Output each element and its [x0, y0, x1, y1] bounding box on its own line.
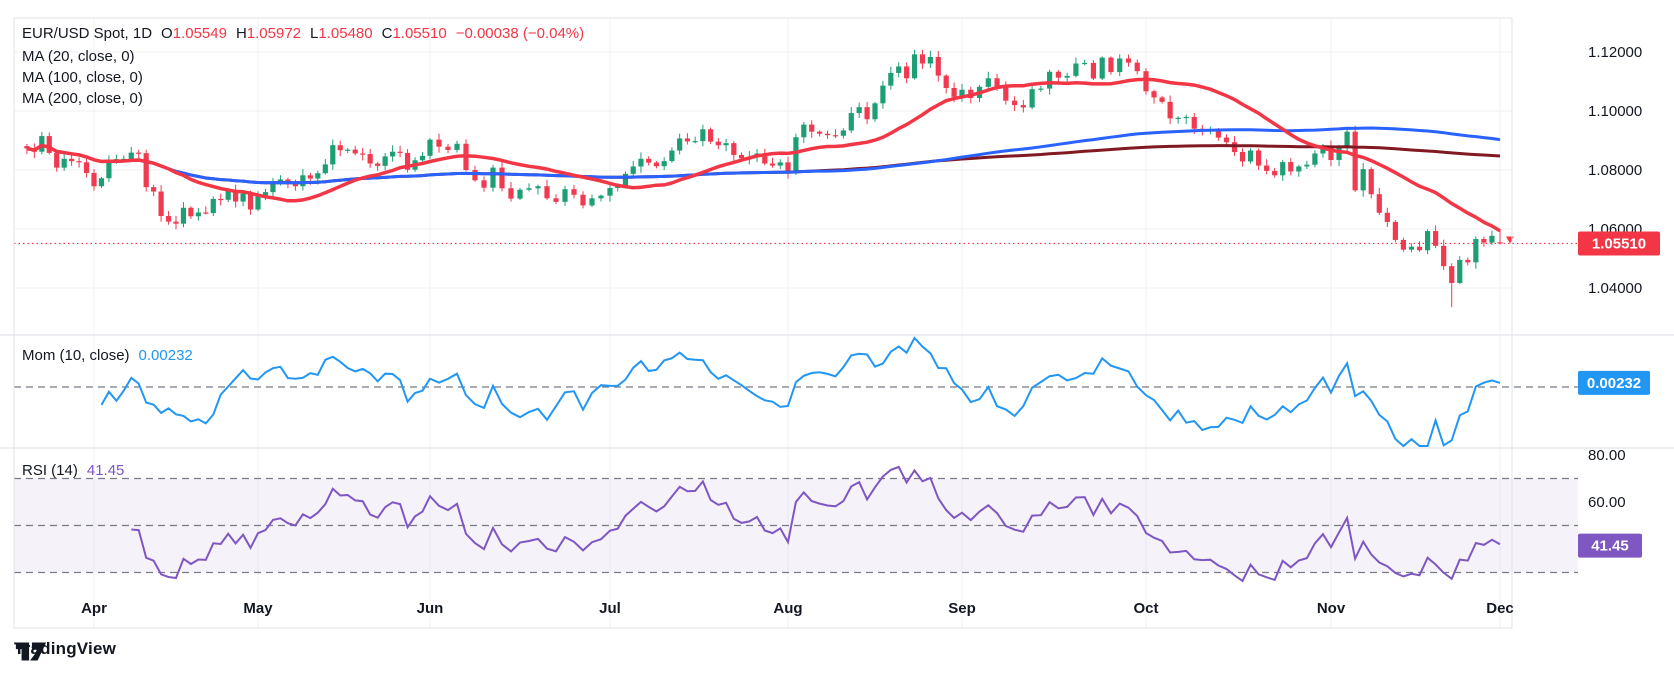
price-label-pill: 1.05510 — [1578, 231, 1660, 256]
last-price-marker — [1506, 236, 1514, 244]
month-label: Jul — [599, 600, 621, 617]
rsi-label: RSI (14) — [22, 462, 78, 479]
ma200-legend[interactable]: MA (200, close, 0) — [22, 88, 143, 109]
rsi-legend[interactable]: RSI (14) 41.45 — [22, 460, 124, 481]
rsi-label-pill: 41.45 — [1578, 533, 1642, 558]
month-label: Aug — [773, 600, 802, 617]
price-axis[interactable]: 1.120001.100001.080001.060001.0400080.00… — [1588, 44, 1642, 511]
momentum-legend[interactable]: Mom (10, close) 0.00232 — [22, 345, 193, 366]
momentum-label-pill: 0.00232 — [1578, 370, 1650, 395]
ma100-legend[interactable]: MA (100, close, 0) — [22, 67, 143, 88]
svg-text:41.45: 41.45 — [1591, 538, 1629, 555]
month-label: Sep — [948, 600, 976, 617]
symbol-title[interactable]: EUR/USD Spot, 1D — [22, 23, 152, 44]
change-value: −0.00038 (−0.04%) — [455, 25, 585, 42]
ma200-line — [26, 143, 1501, 185]
tradingview-chart-app: { "header": { "symbol": "EUR/USD Spot, 1… — [0, 0, 1674, 674]
ma20-line — [26, 77, 1501, 233]
rsi-tick-label: 80.00 — [1588, 447, 1626, 464]
time-axis[interactable]: Apr May Jun Jul Aug Sep Oct Nov Dec — [81, 600, 1514, 617]
svg-text:1.05510: 1.05510 — [1592, 235, 1646, 252]
month-label: Apr — [81, 600, 107, 617]
ohlc-values: O1.05549 H1.05972 L1.05480 C1.05510 — [161, 23, 447, 44]
ohlc-item: L1.05480 — [310, 25, 373, 42]
price-tick-label: 1.12000 — [1588, 44, 1642, 61]
price-tick-label: 1.08000 — [1588, 162, 1642, 179]
price-tick-label: 1.04000 — [1588, 280, 1642, 297]
momentum-label: Mom (10, close) — [22, 347, 130, 364]
tradingview-attribution[interactable]: TradingView — [14, 639, 116, 661]
rsi-value: 41.45 — [86, 462, 125, 479]
candles-layer — [24, 49, 1503, 308]
ohlc-item: O1.05549 — [161, 25, 227, 42]
ohlc-item: C1.05510 — [381, 25, 447, 42]
momentum-value: 0.00232 — [138, 347, 193, 364]
month-label: Oct — [1133, 600, 1158, 617]
month-label: May — [243, 600, 273, 617]
price-tick-label: 1.10000 — [1588, 103, 1642, 120]
momentum-line — [100, 336, 1501, 448]
month-label: Dec — [1486, 600, 1514, 617]
ohlc-item: H1.05972 — [235, 25, 302, 42]
month-label: Jun — [417, 600, 444, 617]
rsi-tick-label: 60.00 — [1588, 494, 1626, 511]
ma20-legend[interactable]: MA (20, close, 0) — [22, 46, 135, 67]
svg-text:0.00232: 0.00232 — [1587, 375, 1641, 392]
month-label: Nov — [1317, 600, 1346, 617]
chart-svg[interactable]: 1.120001.100001.080001.060001.0400080.00… — [0, 0, 1674, 674]
tradingview-logo-icon — [15, 642, 47, 661]
legend-main: EUR/USD Spot, 1D O1.05549 H1.05972 L1.0548… — [22, 23, 584, 44]
